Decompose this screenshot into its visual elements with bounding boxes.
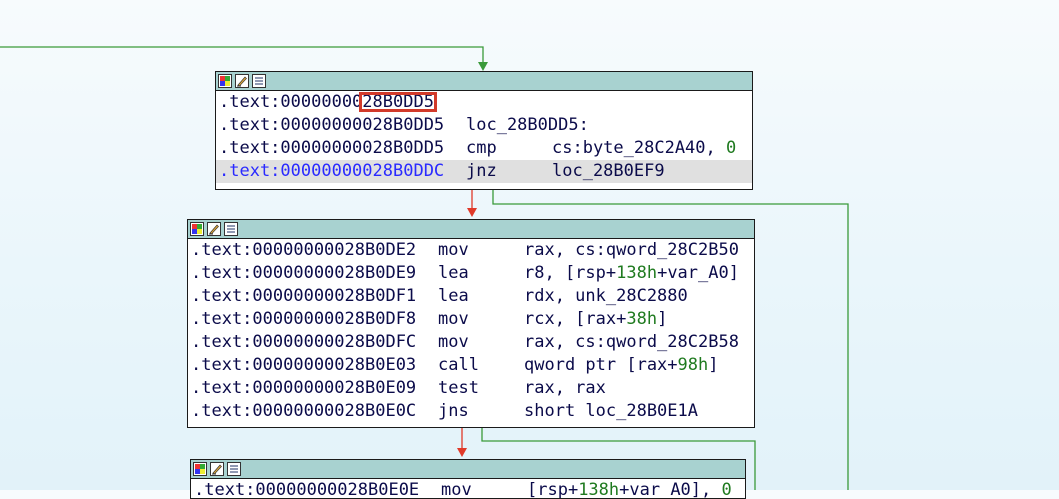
rename-icon[interactable] (235, 74, 249, 88)
operand-text: cs:byte_28C2A40, (552, 138, 726, 158)
mnemonic: mov (438, 240, 469, 260)
asm-line[interactable]: .text:00000000028B0DD5 cmp cs:byte_28C2A40… (216, 137, 752, 160)
operand-number: 0 (726, 138, 737, 158)
graph-view-icon[interactable] (227, 462, 241, 476)
operand-text: rdx, unk_28C2880 (524, 286, 688, 306)
code-block-28B0DE2[interactable]: .text:00000000028B0DE2 mov rax, cs:qword_2… (187, 219, 755, 428)
block-lines: .text:00000000028B0DE2 mov rax, cs:qword_2… (188, 239, 754, 423)
operands[interactable]: [rsp+138h+var_A0], 0 (527, 479, 732, 498)
address: .text:00000000028B0DD5 (219, 138, 445, 158)
mnemonic: jns (438, 401, 469, 421)
mnemonic: jnz (466, 161, 497, 181)
mnemonic: call (438, 355, 479, 375)
operand-text: +var_A0] (657, 263, 739, 283)
label-definition[interactable]: loc_28B0DD5: (466, 114, 589, 137)
operand-text: loc_28B0EF9 (552, 161, 665, 181)
operands[interactable]: loc_28B0EF9 (552, 160, 665, 183)
address: .text:00000000028B0DFC (191, 332, 417, 352)
code-block-loc-28B0DD5[interactable]: .text:0000000028B0DD5 .text:00000000028B… (215, 71, 753, 190)
operand-text: ] (657, 309, 668, 329)
edge-node1-to-node2-arrow-icon (467, 208, 477, 217)
asm-line[interactable]: .text:00000000028B0DE9 lea r8, [rsp+138h+v… (188, 262, 754, 285)
operand-text: r8, [rsp+ (524, 263, 617, 283)
asm-line[interactable]: .text:00000000028B0E0E mov [rsp+138h+var_A… (191, 479, 745, 499)
color-palette-icon[interactable] (190, 222, 204, 236)
address: .text:00000000 (219, 92, 363, 112)
operand-text: rcx, [rax+ (524, 309, 627, 329)
address: .text:00000000028B0DF8 (191, 309, 417, 329)
operands[interactable]: r8, [rsp+138h+var_A0] (524, 262, 739, 285)
operand-text: rax, cs:qword_28C2B50 (524, 240, 739, 260)
mnemonic: lea (438, 263, 469, 283)
mnemonic: lea (438, 286, 469, 306)
block-header (191, 460, 745, 479)
color-palette-icon[interactable] (193, 462, 207, 476)
asm-line[interactable]: .text:00000000028B0DFC mov rax, cs:qword_2… (188, 331, 754, 354)
address: .text:00000000028B0E03 (191, 355, 417, 375)
asm-line-selected[interactable]: .text:00000000028B0DDC jnz loc_28B0EF9 (216, 160, 752, 183)
address: .text:00000000028B0DE9 (191, 263, 417, 283)
operands[interactable]: rax, rax (524, 377, 606, 400)
color-palette-icon[interactable] (218, 74, 232, 88)
mnemonic: mov (438, 332, 469, 352)
rename-icon[interactable] (207, 222, 221, 236)
graph-view-icon[interactable] (224, 222, 238, 236)
operand-number: 98h (677, 355, 709, 375)
edge-node2-to-node3-arrow-icon (457, 448, 467, 457)
address-highlighted[interactable]: 28B0DD5 (362, 92, 434, 112)
rename-icon[interactable] (210, 462, 224, 476)
edge-incoming-arrow-icon (478, 62, 488, 71)
mnemonic: cmp (466, 138, 497, 158)
operand-text: short loc_28B0E1A (524, 401, 698, 421)
operand-text: rax, rax (524, 378, 606, 398)
operand-number: 138h (616, 263, 658, 283)
operands[interactable]: qword ptr [rax+98h] (524, 354, 719, 377)
operands[interactable]: rax, cs:qword_28C2B50 (524, 239, 739, 262)
operands[interactable]: rdx, unk_28C2880 (524, 285, 688, 308)
address: .text:00000000028B0DDC (219, 161, 445, 181)
asm-line[interactable]: .text:00000000028B0DD5 loc_28B0DD5: (216, 114, 752, 137)
operand-text: rax, cs:qword_28C2B58 (524, 332, 739, 352)
asm-line[interactable]: .text:00000000028B0DE2 mov rax, cs:qword_2… (188, 239, 754, 262)
asm-line[interactable]: .text:00000000028B0E0C jns short loc_28B0E… (188, 400, 754, 423)
address: .text:00000000028B0E0C (191, 401, 417, 421)
asm-line[interactable]: .text:00000000028B0E09 test rax, rax (188, 377, 754, 400)
block-header (216, 72, 752, 91)
operand-number: 38h (626, 309, 658, 329)
operands[interactable]: short loc_28B0E1A (524, 400, 698, 423)
address: .text:00000000028B0DE2 (191, 240, 417, 260)
operands[interactable]: rax, cs:qword_28C2B58 (524, 331, 739, 354)
asm-line[interactable]: .text:00000000028B0E03 call qword ptr [rax… (188, 354, 754, 377)
operand-text: qword ptr [rax+ (524, 355, 678, 375)
address: .text:00000000028B0DD5 (219, 115, 445, 135)
mnemonic: mov (438, 309, 469, 329)
address: .text:00000000028B0E09 (191, 378, 417, 398)
code-block-28B0E0E[interactable]: .text:00000000028B0E0E mov [rsp+138h+var_A… (190, 459, 746, 499)
asm-line[interactable]: .text:0000000028B0DD5 (216, 91, 752, 114)
mnemonic: mov (441, 480, 472, 499)
asm-line[interactable]: .text:00000000028B0DF1 lea rdx, unk_28C288… (188, 285, 754, 308)
block-header (188, 220, 754, 239)
address: .text:00000000028B0DF1 (191, 286, 417, 306)
mnemonic: test (438, 378, 479, 398)
operands[interactable]: rcx, [rax+38h] (524, 308, 667, 331)
graph-view-icon[interactable] (252, 74, 266, 88)
operand-text: ] (708, 355, 719, 375)
edge-incoming (0, 46, 484, 64)
operands[interactable]: cs:byte_28C2A40, 0 (552, 137, 736, 160)
graph-view[interactable]: .text:0000000028B0DD5 .text:00000000028B… (0, 0, 1059, 499)
asm-line[interactable]: .text:00000000028B0DF8 mov rcx, [rax+38h] (188, 308, 754, 331)
